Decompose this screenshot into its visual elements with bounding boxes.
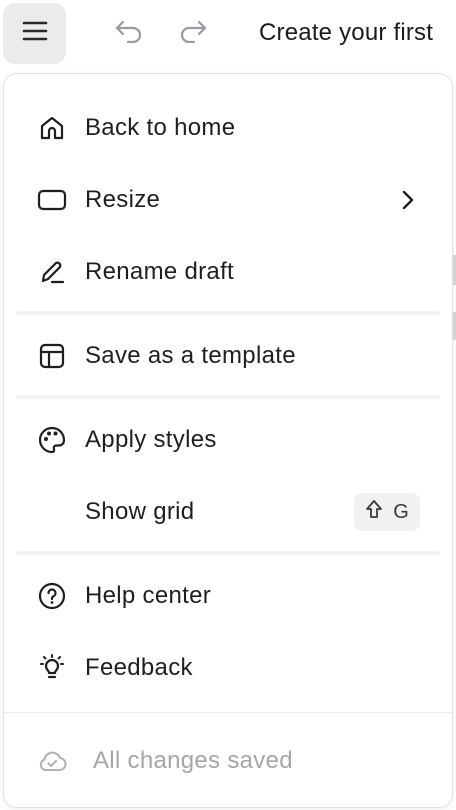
lightbulb-icon xyxy=(36,652,68,684)
undo-button[interactable] xyxy=(114,18,144,48)
menu-item-label: Resize xyxy=(85,186,161,213)
menu-item-rename-draft[interactable]: Rename draft xyxy=(16,242,440,302)
pencil-icon xyxy=(36,256,68,288)
menu-item-show-grid[interactable]: Show grid G xyxy=(16,482,440,542)
menu-item-label: Feedback xyxy=(85,654,193,681)
menu-item-apply-styles[interactable]: Apply styles xyxy=(16,410,440,470)
footer-divider xyxy=(4,712,452,713)
shortcut-key: G xyxy=(393,500,409,523)
document-title[interactable]: Create your first xyxy=(259,19,433,47)
shift-icon xyxy=(365,499,383,525)
menu-item-label: Show grid xyxy=(85,498,195,525)
template-icon xyxy=(36,340,68,372)
menu-item-label: Rename draft xyxy=(85,258,235,285)
menu-item-label: Save as a template xyxy=(85,342,296,369)
menu-item-feedback[interactable]: Feedback xyxy=(16,638,440,698)
save-status-label: All changes saved xyxy=(93,747,293,774)
rectangle-icon xyxy=(36,184,68,216)
menu-item-help-center[interactable]: Help center xyxy=(16,566,440,626)
menu-divider xyxy=(16,311,440,315)
palette-icon xyxy=(36,424,68,456)
menu-item-label: Help center xyxy=(85,582,212,609)
menu-item-save-as-template[interactable]: Save as a template xyxy=(16,326,440,386)
undo-icon xyxy=(114,19,144,48)
redo-button[interactable] xyxy=(178,18,208,48)
top-toolbar: Create your first xyxy=(0,0,456,70)
home-icon xyxy=(36,112,68,144)
menu-item-resize[interactable]: Resize xyxy=(16,170,440,230)
keyboard-shortcut: G xyxy=(354,493,420,531)
help-circle-icon xyxy=(36,580,68,612)
chevron-right-icon xyxy=(396,188,420,212)
menu-toggle-button[interactable] xyxy=(3,3,66,64)
menu-item-back-to-home[interactable]: Back to home xyxy=(16,98,440,158)
main-menu-dropdown: Back to home Resize Rename draft Save as… xyxy=(3,73,453,808)
menu-divider xyxy=(16,551,440,555)
menu-item-label: Apply styles xyxy=(85,426,217,453)
cloud-check-icon xyxy=(36,746,68,781)
redo-icon xyxy=(178,19,208,48)
menu-item-label: Back to home xyxy=(85,114,236,141)
hamburger-icon xyxy=(22,21,48,46)
menu-divider xyxy=(16,395,440,399)
